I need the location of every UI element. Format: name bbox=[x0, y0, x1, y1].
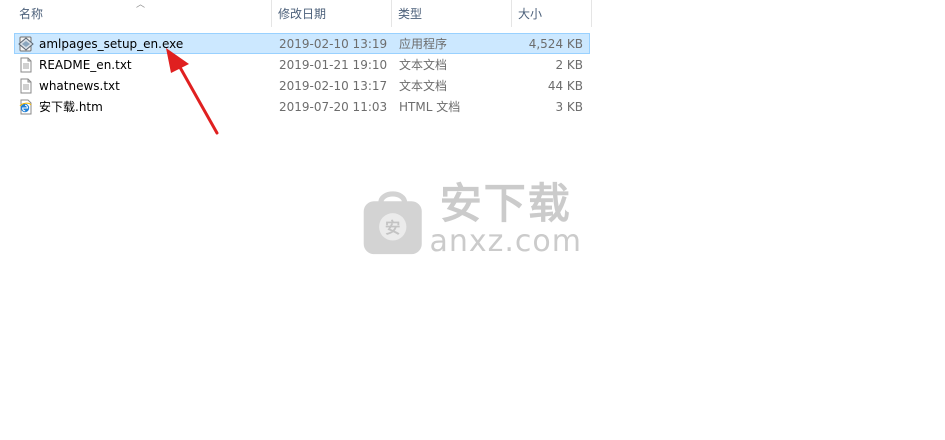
shopping-bag-logo-icon: 安 bbox=[363, 191, 422, 255]
file-name: whatnews.txt bbox=[39, 78, 120, 93]
watermark-text: 安下载 anxz.com bbox=[429, 182, 582, 258]
watermark: 安 安下载 anxz.com bbox=[362, 178, 582, 262]
column-header-size[interactable]: 大小 bbox=[512, 0, 592, 27]
file-list: amlpages_setup_en.exe 2019-02-10 13:19 应… bbox=[14, 33, 590, 117]
file-size: 44 KB bbox=[547, 78, 583, 93]
file-name-cell: 安下载.htm bbox=[15, 98, 273, 115]
column-header-bar: ︿ 名称 修改日期 类型 大小 bbox=[0, 0, 945, 27]
file-name: README_en.txt bbox=[39, 57, 132, 72]
file-type: 应用程序 bbox=[399, 37, 448, 51]
file-name-cell: README_en.txt bbox=[15, 57, 273, 73]
column-header-type-label: 类型 bbox=[398, 7, 423, 21]
text-document-icon bbox=[20, 57, 32, 72]
watermark-domain: anxz.com bbox=[429, 224, 582, 259]
column-header-type[interactable]: 类型 bbox=[392, 0, 512, 27]
file-date: 2019-02-10 13:17 bbox=[279, 78, 388, 93]
html-document-icon bbox=[19, 99, 32, 114]
file-date: 2019-02-10 13:19 bbox=[279, 36, 388, 51]
installer-icon bbox=[18, 36, 34, 51]
file-size: 3 KB bbox=[555, 99, 583, 114]
file-date: 2019-07-20 11:03 bbox=[279, 99, 388, 114]
column-header-size-label: 大小 bbox=[518, 7, 543, 21]
watermark-chinese: 安下载 bbox=[439, 179, 572, 228]
file-type: HTML 文档 bbox=[399, 100, 461, 114]
file-type: 文本文档 bbox=[399, 58, 448, 72]
file-row[interactable]: whatnews.txt 2019-02-10 13:17 文本文档 44 KB bbox=[14, 75, 590, 96]
column-header-name[interactable]: ︿ 名称 bbox=[0, 0, 272, 27]
column-header-name-label: 名称 bbox=[19, 7, 44, 21]
file-explorer: ︿ 名称 修改日期 类型 大小 amlpages_setup_en.exe 20… bbox=[0, 0, 945, 440]
file-row[interactable]: README_en.txt 2019-01-21 19:10 文本文档 2 KB bbox=[14, 54, 590, 75]
file-name: 安下载.htm bbox=[39, 100, 103, 114]
file-row[interactable]: 安下载.htm 2019-07-20 11:03 HTML 文档 3 KB bbox=[14, 96, 590, 117]
text-document-icon bbox=[20, 78, 32, 93]
column-header-date-label: 修改日期 bbox=[278, 7, 327, 21]
file-size: 4,524 KB bbox=[528, 36, 583, 51]
column-header-date[interactable]: 修改日期 bbox=[272, 0, 392, 27]
file-size: 2 KB bbox=[555, 57, 583, 72]
file-name: amlpages_setup_en.exe bbox=[39, 36, 184, 51]
file-type: 文本文档 bbox=[399, 79, 448, 93]
file-name-cell: amlpages_setup_en.exe bbox=[15, 36, 273, 52]
watermark-badge-char: 安 bbox=[385, 218, 400, 237]
file-date: 2019-01-21 19:10 bbox=[279, 57, 388, 72]
sort-ascending-icon: ︿ bbox=[136, 0, 146, 10]
file-name-cell: whatnews.txt bbox=[15, 78, 273, 94]
file-row[interactable]: amlpages_setup_en.exe 2019-02-10 13:19 应… bbox=[14, 33, 590, 54]
